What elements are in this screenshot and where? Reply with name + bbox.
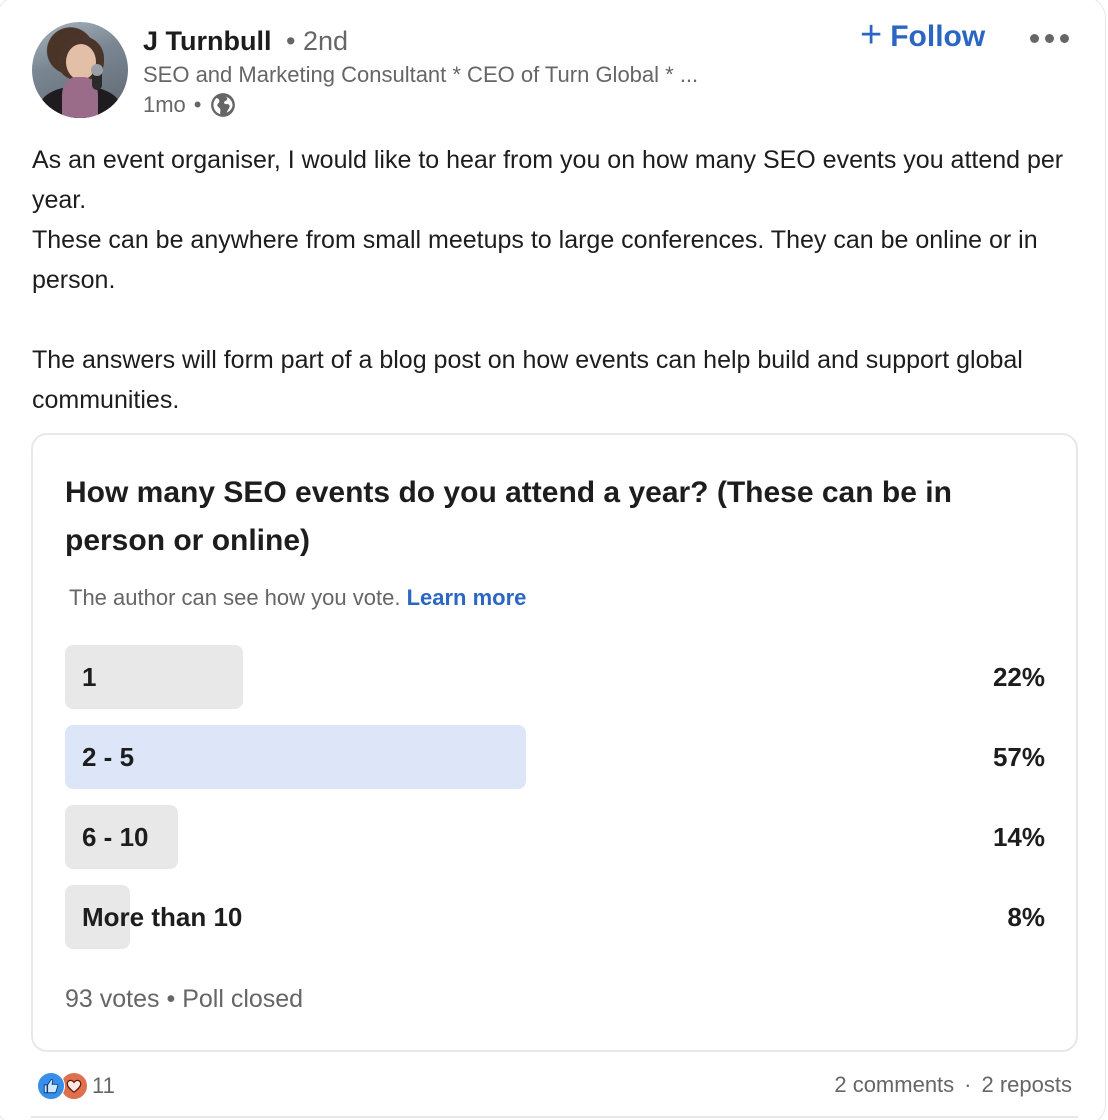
social-separator: · <box>964 1072 972 1097</box>
connection-degree: • 2nd <box>286 26 349 56</box>
ellipsis-dot-icon <box>1060 33 1069 43</box>
poll-option-label: 2 - 5 <box>82 742 135 772</box>
more-options-button[interactable] <box>1030 26 1076 50</box>
post-meta: 1mo • <box>143 92 236 118</box>
poll-option-label: More than 10 <box>82 902 243 932</box>
social-counts: 2 comments · 2 reposts <box>834 1072 1072 1098</box>
post-paragraph: These can be anywhere from small meetups… <box>32 226 1038 294</box>
poll-option-percent: 57% <box>992 742 1045 772</box>
globe-icon <box>210 92 236 118</box>
meta-separator: • <box>193 92 202 117</box>
follow-label: Follow <box>890 20 986 53</box>
poll-privacy-note: The author can see how you vote. Learn m… <box>69 585 526 611</box>
poll-status: Poll closed <box>182 985 304 1013</box>
ellipsis-dot-icon <box>1045 33 1054 43</box>
comments-count-link[interactable]: 2 comments <box>834 1072 954 1098</box>
plus-icon: + <box>860 14 883 56</box>
poll-option-percent: 14% <box>992 822 1045 852</box>
poll-option-percent: 8% <box>1007 902 1045 932</box>
poll-footer: 93 votes • Poll closed <box>65 985 303 1014</box>
poll-option-label: 1 <box>82 662 97 692</box>
poll-option: 6 - 10 14% <box>65 805 1045 869</box>
poll-question: How many SEO events do you attend a year… <box>65 476 952 557</box>
reactions-summary[interactable]: 11 <box>37 1072 115 1100</box>
ellipsis-dot-icon <box>1030 33 1039 43</box>
reposts-count-link[interactable]: 2 reposts <box>982 1072 1073 1098</box>
poll-footer-separator: • <box>166 985 176 1013</box>
poll-option-bar <box>65 725 526 789</box>
poll-option: More than 10 8% <box>65 885 1045 949</box>
poll-option-percent: 22% <box>992 662 1045 692</box>
author-headline: SEO and Marketing Consultant * CEO of Tu… <box>143 62 699 87</box>
post-text: As an event organiser, I would like to h… <box>32 140 1072 420</box>
author-avatar[interactable] <box>32 22 128 118</box>
poll-note-text: The author can see how you vote. <box>69 585 401 610</box>
post-paragraph: The answers will form part of a blog pos… <box>32 346 1023 414</box>
poll-option: 1 22% <box>65 645 1045 709</box>
author-name[interactable]: J Turnbull <box>143 26 272 57</box>
like-icon <box>37 1072 65 1100</box>
reaction-count: 11 <box>92 1073 115 1098</box>
learn-more-link[interactable]: Learn more <box>407 585 527 610</box>
poll-card: How many SEO events do you attend a year… <box>31 433 1078 1052</box>
divider <box>31 1116 1078 1118</box>
poll-option: 2 - 5 57% <box>65 725 1045 789</box>
poll-option-label: 6 - 10 <box>82 822 149 852</box>
post-paragraph: As an event organiser, I would like to h… <box>32 146 1064 214</box>
post-time: 1mo <box>143 92 186 117</box>
poll-vote-count[interactable]: 93 votes <box>65 985 160 1013</box>
follow-button[interactable]: + Follow <box>860 16 986 54</box>
